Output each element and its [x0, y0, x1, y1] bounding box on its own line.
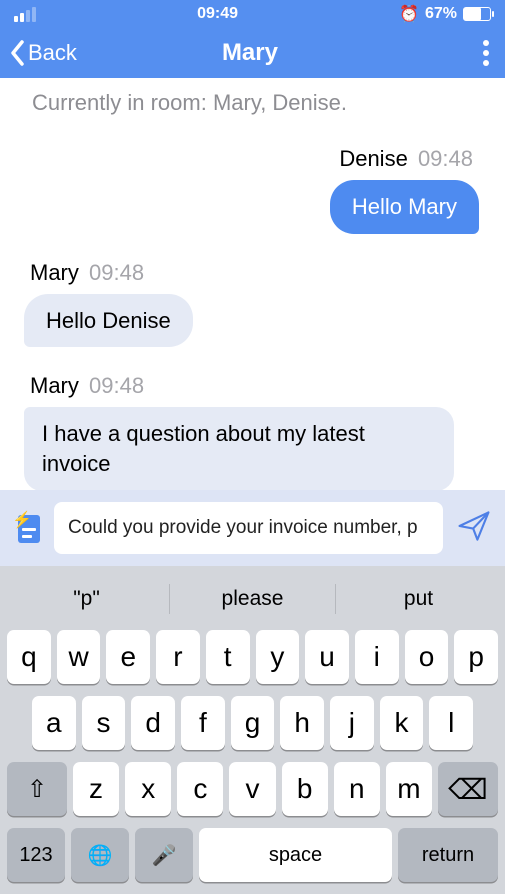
key-k[interactable]: k — [380, 696, 424, 750]
room-info: Currently in room: Mary, Denise. — [0, 84, 505, 124]
message-bubble[interactable]: I have a question about my latest invoic… — [24, 407, 454, 490]
key-j[interactable]: j — [330, 696, 374, 750]
numbers-key[interactable]: 123 — [7, 828, 65, 882]
key-row-1: q w e r t y u i o p — [4, 624, 501, 690]
more-options-button[interactable] — [477, 34, 495, 72]
alarm-icon: ⏰ — [399, 4, 419, 24]
mic-icon: 🎤 — [152, 843, 177, 868]
key-u[interactable]: u — [305, 630, 349, 684]
page-title: Mary — [23, 39, 477, 67]
status-bar: 09:49 ⏰ 67% — [0, 0, 505, 28]
key-p[interactable]: p — [454, 630, 498, 684]
key-m[interactable]: m — [386, 762, 432, 816]
message-header: Mary 09:48 — [30, 373, 485, 399]
key-l[interactable]: l — [429, 696, 473, 750]
message-header: Mary 09:48 — [30, 260, 485, 286]
globe-icon: 🌐 — [88, 843, 113, 868]
message-time: 09:48 — [89, 260, 144, 285]
key-x[interactable]: x — [125, 762, 171, 816]
space-key[interactable]: space — [199, 828, 392, 882]
sender-name: Mary — [30, 260, 79, 285]
lightning-icon: ⚡ — [12, 510, 32, 530]
paper-plane-icon — [457, 509, 491, 543]
backspace-icon: ⌫ — [448, 773, 488, 806]
key-r[interactable]: r — [156, 630, 200, 684]
message-time: 09:48 — [418, 146, 473, 171]
key-y[interactable]: y — [256, 630, 300, 684]
message-block: Denise 09:48 Hello Mary — [0, 124, 505, 238]
message-input[interactable]: Could you provide your invoice number, p — [54, 502, 443, 554]
suggestion[interactable]: "p" — [4, 587, 169, 611]
message-header: Denise 09:48 — [30, 146, 473, 172]
key-n[interactable]: n — [334, 762, 380, 816]
message-block: Mary 09:48 I have a question about my la… — [0, 351, 505, 490]
mic-key[interactable]: 🎤 — [135, 828, 193, 882]
signal-strength — [14, 7, 36, 22]
key-row-4: 123 🌐 🎤 space return — [4, 822, 501, 888]
key-s[interactable]: s — [82, 696, 126, 750]
key-row-3: ⇧ z x c v b n m ⌫ — [4, 756, 501, 822]
key-row-2: a s d f g h j k l — [4, 690, 501, 756]
return-key[interactable]: return — [398, 828, 498, 882]
key-f[interactable]: f — [181, 696, 225, 750]
shift-key[interactable]: ⇧ — [7, 762, 67, 816]
suggestion[interactable]: please — [170, 587, 335, 611]
chat-area: Currently in room: Mary, Denise. Denise … — [0, 78, 505, 490]
sender-name: Denise — [339, 146, 407, 171]
nav-bar: Back Mary — [0, 28, 505, 78]
battery-icon — [463, 7, 491, 21]
backspace-key[interactable]: ⌫ — [438, 762, 498, 816]
shift-icon: ⇧ — [27, 775, 47, 804]
key-v[interactable]: v — [229, 762, 275, 816]
message-bubble[interactable]: Hello Mary — [330, 180, 479, 234]
key-c[interactable]: c — [177, 762, 223, 816]
key-o[interactable]: o — [405, 630, 449, 684]
battery-percent: 67% — [425, 5, 457, 23]
key-t[interactable]: t — [206, 630, 250, 684]
key-w[interactable]: w — [57, 630, 101, 684]
sender-name: Mary — [30, 373, 79, 398]
keyboard: "p" please put q w e r t y u i o p a s d… — [0, 566, 505, 894]
key-d[interactable]: d — [131, 696, 175, 750]
key-z[interactable]: z — [73, 762, 119, 816]
send-button[interactable] — [457, 509, 491, 548]
key-b[interactable]: b — [282, 762, 328, 816]
suggestion-bar: "p" please put — [4, 574, 501, 624]
key-g[interactable]: g — [231, 696, 275, 750]
suggestion[interactable]: put — [336, 587, 501, 611]
key-q[interactable]: q — [7, 630, 51, 684]
globe-key[interactable]: 🌐 — [71, 828, 129, 882]
message-bubble[interactable]: Hello Denise — [24, 294, 193, 348]
key-e[interactable]: e — [106, 630, 150, 684]
message-block: Mary 09:48 Hello Denise — [0, 238, 505, 352]
status-time: 09:49 — [36, 5, 399, 23]
message-time: 09:48 — [89, 373, 144, 398]
key-h[interactable]: h — [280, 696, 324, 750]
key-a[interactable]: a — [32, 696, 76, 750]
key-i[interactable]: i — [355, 630, 399, 684]
compose-bar: ⚡ Could you provide your invoice number,… — [0, 490, 505, 566]
canned-response-button[interactable]: ⚡ — [14, 513, 40, 543]
